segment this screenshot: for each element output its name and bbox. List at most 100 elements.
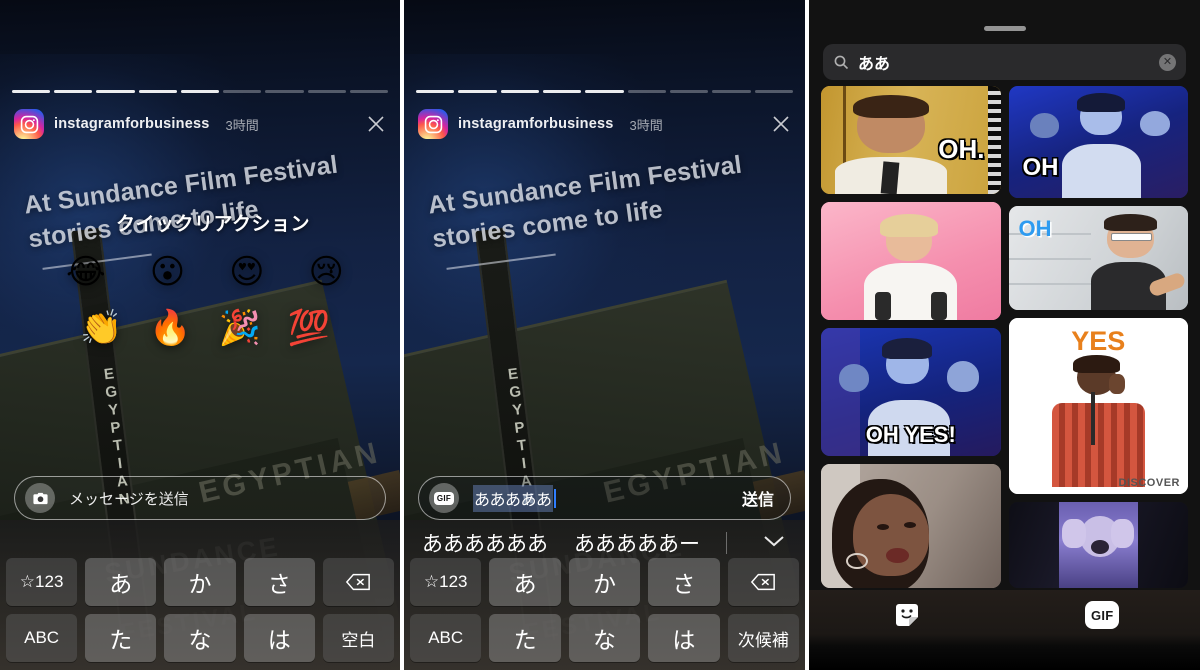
screenshot-root: EGYPTIAN EGYPTIAN SUNDANCE FESTIVAL inst… (0, 0, 1200, 670)
tile-art (1008, 502, 1188, 588)
keyboard-row-1: ☆123 あ か さ (410, 558, 800, 606)
gif-tile-woman-shock[interactable] (821, 464, 1001, 588)
keyboard-row-1: ☆123 あ か さ (6, 558, 395, 606)
gif-tile-oh-office[interactable]: OH. (821, 86, 1001, 194)
gif-picker-bottom-bar: GIF (809, 590, 1200, 670)
tile-caption: OH (1018, 216, 1052, 241)
tile-caption: OH YES! (865, 422, 956, 447)
emoji-fire[interactable]: 🔥 (149, 311, 191, 345)
sticker-icon (892, 600, 922, 630)
message-input-placeholder[interactable]: メッセージを送信 (69, 488, 189, 509)
emoji-party-popper[interactable]: 🎉 (218, 311, 260, 345)
story-progress-bar (416, 90, 793, 93)
message-input-value[interactable]: あああああ (473, 484, 553, 512)
key-ta[interactable]: た (85, 614, 157, 662)
gif-tile-oh-3dglasses[interactable]: OH (1008, 206, 1188, 310)
key-ta[interactable]: た (489, 614, 561, 662)
gif-chip-label: GIF (433, 491, 455, 505)
key-sa[interactable]: さ (243, 558, 315, 606)
figure-head-side-2 (946, 361, 979, 392)
key-abc[interactable]: ABC (6, 614, 78, 662)
backspace-icon[interactable] (727, 558, 800, 606)
quick-reaction-emoji-grid: 😂 😮 😍 😢 👏 🔥 🎉 💯 (60, 255, 350, 345)
gif-tile-oh-blue[interactable]: OH (1008, 86, 1188, 198)
key-ha[interactable]: は (648, 614, 720, 662)
tile-caption: OH (1022, 154, 1059, 181)
figure-head-side (838, 363, 870, 392)
story-timestamp: 3時間 (629, 117, 663, 133)
key-symbols[interactable]: ☆123 (6, 558, 78, 606)
tab-stickers[interactable] (809, 600, 1005, 630)
figure-torso (1062, 144, 1142, 198)
gif-column-right: OH OH YES DISCOVER (1008, 86, 1188, 590)
key-abc[interactable]: ABC (410, 614, 482, 662)
backspace-icon[interactable] (322, 558, 395, 606)
emoji-row-2: 👏 🔥 🎉 💯 (60, 311, 350, 345)
key-na[interactable]: な (164, 614, 236, 662)
emoji-open-mouth[interactable]: 😮 (150, 255, 185, 289)
story-username[interactable]: instagramforbusiness (54, 116, 210, 132)
emoji-clap[interactable]: 👏 (80, 311, 122, 345)
tile-caption: YES (1071, 326, 1126, 356)
gif-icon[interactable]: GIF (429, 483, 459, 513)
discover-watermark: DISCOVER (1118, 477, 1180, 489)
close-icon[interactable] (364, 112, 388, 136)
japanese-keyboard: ☆123 あ か さ ABC た な は 空白 (0, 520, 400, 670)
gif-results-grid: OH. OH YES! OH OH YES DISCOVER (821, 86, 1188, 590)
clear-icon[interactable]: ✕ (1159, 53, 1176, 71)
tab-gif[interactable]: GIF (1005, 600, 1200, 630)
search-query-value[interactable]: ああ (858, 50, 890, 74)
key-symbols[interactable]: ☆123 (410, 558, 482, 606)
film-strip (987, 86, 1001, 194)
emoji-heart-eyes[interactable]: 😍 (229, 255, 264, 289)
search-bar-wrapper: ああ ✕ (823, 44, 1186, 80)
gif-column-left: OH. OH YES! (821, 86, 1001, 590)
gif-tile-oh-yes[interactable]: OH YES! (821, 328, 1001, 456)
key-ha[interactable]: は (243, 614, 315, 662)
tile-art (821, 202, 1001, 320)
chevron-down-icon[interactable] (761, 531, 787, 555)
figure-head-side-2 (1139, 110, 1171, 137)
story-header: instagramforbusiness 3時間 (418, 108, 793, 140)
search-icon (833, 54, 849, 70)
story-header: instagramforbusiness 3時間 (14, 108, 388, 140)
key-ka[interactable]: か (164, 558, 236, 606)
message-input-bar[interactable]: GIF あああああ 送信 (418, 476, 791, 520)
sheet-drag-handle[interactable] (983, 26, 1026, 31)
key-a[interactable]: あ (489, 558, 561, 606)
keyboard-row-2: ABC た な は 空白 (6, 614, 395, 662)
story-panel-typing: EGYPTIAN EGYPTIAN SUNDANCE FESTIVAL inst… (404, 0, 805, 670)
suggestion-2[interactable]: あああああー (574, 528, 700, 558)
avatar[interactable] (418, 109, 448, 139)
text-caret (553, 488, 556, 508)
camera-icon[interactable] (25, 483, 55, 513)
message-input-bar[interactable]: メッセージを送信 (14, 476, 386, 520)
emoji-joy[interactable]: 😂 (66, 255, 106, 289)
avatar[interactable] (14, 109, 44, 139)
close-icon[interactable] (769, 112, 793, 136)
figure-head-side (1030, 112, 1059, 138)
emoji-hundred[interactable]: 💯 (288, 311, 330, 345)
emoji-cry[interactable]: 😢 (309, 255, 344, 289)
gif-icon: GIF (1085, 601, 1120, 629)
key-space[interactable]: 空白 (322, 614, 395, 662)
key-ka[interactable]: か (568, 558, 641, 606)
tile-caption: OH. (938, 133, 985, 164)
gif-tile-pink-surprise[interactable] (821, 202, 1001, 320)
gif-picker-panel: ああ ✕ OH. OH YES! OH OH YES DISCOVER GIF (809, 0, 1200, 670)
story-progress-bar (12, 90, 388, 93)
send-button[interactable]: 送信 (742, 486, 780, 510)
key-na[interactable]: な (568, 614, 641, 662)
suggestion-1[interactable]: ああああああ (422, 528, 548, 558)
key-next-candidate[interactable]: 次候補 (727, 614, 800, 662)
key-sa[interactable]: さ (648, 558, 720, 606)
bottom-tab-strip: GIF (809, 600, 1200, 630)
key-a[interactable]: あ (85, 558, 157, 606)
keyboard-row-2: ABC た な は 次候補 (410, 614, 800, 662)
tile-art (821, 464, 1001, 588)
gif-tile-yes-discover[interactable]: YES DISCOVER (1008, 318, 1188, 494)
search-input[interactable]: ああ ✕ (823, 44, 1186, 80)
gif-tile-scream[interactable] (1008, 502, 1188, 588)
story-username[interactable]: instagramforbusiness (458, 116, 614, 132)
emoji-row-1: 😂 😮 😍 😢 (60, 255, 350, 289)
